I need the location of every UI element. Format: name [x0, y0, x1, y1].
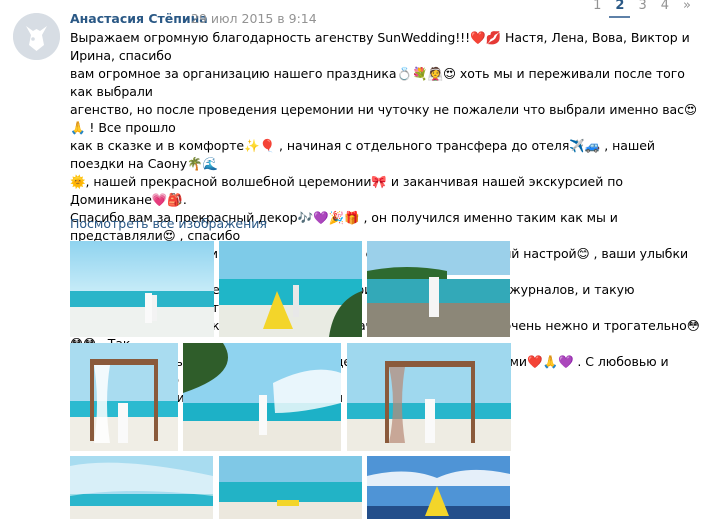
pager-4[interactable]: 4 [655, 0, 675, 18]
show-all-images-link[interactable]: Посмотреть все изображения [70, 216, 267, 231]
photo-3[interactable] [367, 241, 510, 337]
author-name[interactable]: Анастасия Стёпина [70, 11, 208, 26]
photo-5[interactable] [183, 343, 341, 451]
pager-2[interactable]: 2 [609, 0, 631, 18]
photo-4[interactable] [70, 343, 178, 451]
photo-2[interactable] [219, 241, 362, 337]
photo-1[interactable] [70, 241, 214, 337]
post-date[interactable]: 29 июл 2015 в 9:14 [191, 11, 317, 26]
pager: 1 2 3 4 » [587, 0, 697, 18]
pager-next[interactable]: » [677, 0, 697, 18]
photo-7[interactable] [70, 456, 213, 519]
pager-1[interactable]: 1 [587, 0, 607, 18]
photo-9[interactable] [367, 456, 510, 519]
avatar[interactable] [13, 13, 60, 60]
photo-6[interactable] [347, 343, 511, 451]
photo-8[interactable] [219, 456, 362, 519]
pager-3[interactable]: 3 [632, 0, 652, 18]
